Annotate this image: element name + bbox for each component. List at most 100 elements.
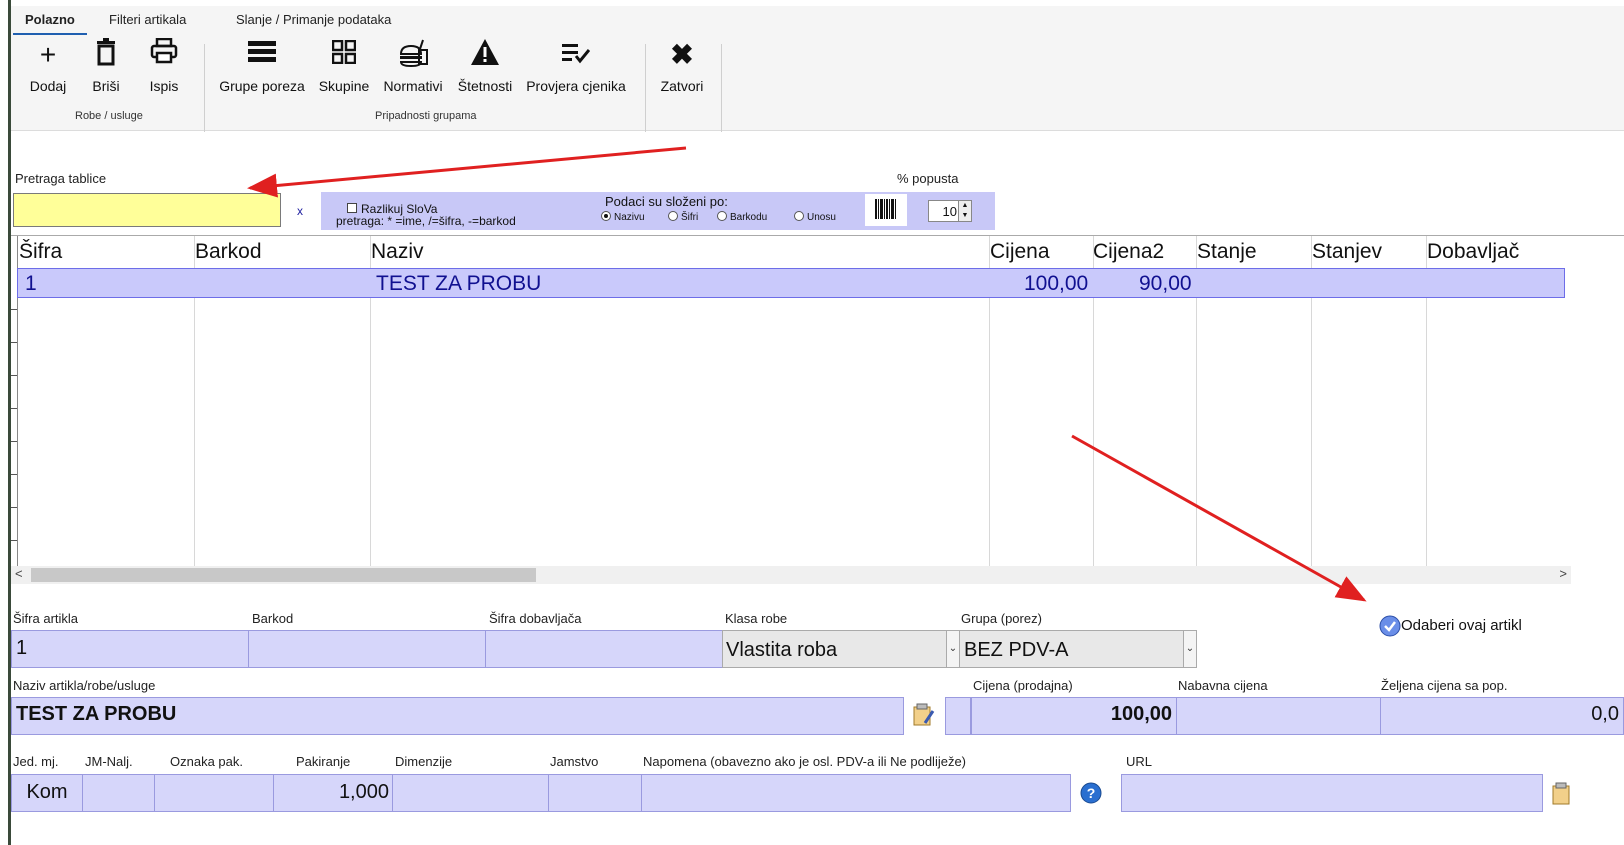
- dimenzije-label: Dimenzije: [395, 754, 453, 769]
- cijena-label: Cijena (prodajna): [973, 678, 1073, 693]
- sort-radio-sifri[interactable]: Šifri: [668, 211, 698, 223]
- dimenzije-field[interactable]: [392, 774, 549, 812]
- notepad-icon[interactable]: [911, 703, 935, 732]
- sort-title: Podaci su složeni po:: [605, 194, 728, 209]
- discount-spinner[interactable]: 10 ▲ ▼: [928, 200, 972, 222]
- scroll-right-icon[interactable]: >: [1559, 566, 1567, 581]
- row-marker: [11, 375, 17, 376]
- cijena-field[interactable]: 100,00: [971, 697, 1177, 735]
- trash-icon: [83, 38, 129, 72]
- discount-label: % popusta: [897, 171, 959, 186]
- cijena-prefix-field[interactable]: [945, 697, 971, 735]
- tax-groups-button[interactable]: Grupe poreza: [217, 38, 307, 94]
- cell-cijena2: 90,00: [1139, 272, 1192, 295]
- norms-button[interactable]: Normativi: [381, 38, 445, 94]
- printer-icon: [141, 37, 187, 72]
- checklist-icon: [525, 38, 627, 72]
- radio-icon: [717, 211, 727, 222]
- napomena-label: Napomena (obavezno ako je osl. PDV-a ili…: [643, 754, 967, 769]
- groups-button[interactable]: Skupine: [317, 38, 371, 94]
- chevron-down-icon[interactable]: ⌄: [946, 631, 959, 667]
- barkod-label: Barkod: [252, 611, 294, 626]
- column-header[interactable]: Cijena: [990, 240, 1050, 264]
- grupa-label: Grupa (porez): [961, 611, 1042, 626]
- row-marker: [11, 408, 17, 409]
- grupa-select[interactable]: BEZ PDV-A ⌄: [959, 630, 1197, 668]
- search-hint: pretraga: * =ime, /=šifra, -=barkod: [336, 214, 516, 228]
- select-article-button[interactable]: Odaberi ovaj artikl: [1379, 615, 1522, 637]
- horizontal-scrollbar[interactable]: < >: [11, 566, 1571, 584]
- oznaka-field[interactable]: [154, 774, 274, 812]
- column-header[interactable]: Šifra: [19, 240, 62, 264]
- jmnalj-label: JM-Nalj.: [85, 754, 133, 769]
- pakiranje-field[interactable]: 1,000: [273, 774, 393, 812]
- table-row[interactable]: [17, 268, 1565, 298]
- delete-button[interactable]: Briši: [83, 38, 129, 94]
- barcode-button[interactable]: [865, 194, 907, 226]
- column-header[interactable]: Naziv: [371, 240, 424, 264]
- add-button[interactable]: + Dodaj: [25, 38, 71, 94]
- ribbon: Polazno Filteri artikala Slanje / Priman…: [11, 6, 1624, 132]
- svg-text:?: ?: [1087, 785, 1096, 801]
- sifra-dobavljaca-field[interactable]: [485, 630, 723, 668]
- scroll-left-icon[interactable]: <: [15, 566, 23, 581]
- search-input[interactable]: [13, 193, 281, 227]
- column-header[interactable]: Stanje: [1197, 240, 1257, 264]
- scrollbar-thumb[interactable]: [31, 568, 536, 582]
- column-header[interactable]: Dobavljač: [1427, 240, 1519, 264]
- pakiranje-label: Pakiranje: [296, 754, 351, 769]
- cell-sifra: 1: [25, 272, 37, 295]
- row-marker: [11, 342, 17, 343]
- tab-polazno[interactable]: Polazno: [13, 10, 87, 35]
- chevron-down-icon[interactable]: ⌄: [1183, 631, 1196, 667]
- klasa-select[interactable]: Vlastita roba ⌄: [722, 630, 960, 668]
- barcode-icon: [875, 199, 896, 219]
- tab-filteri-artikala[interactable]: Filteri artikala: [97, 10, 198, 33]
- url-label: URL: [1126, 754, 1153, 769]
- klasa-label: Klasa robe: [725, 611, 788, 626]
- napomena-field[interactable]: [641, 774, 1071, 812]
- jamstvo-label: Jamstvo: [550, 754, 599, 769]
- sifra-field[interactable]: 1: [11, 630, 249, 668]
- column-header[interactable]: Cijena2: [1093, 240, 1164, 264]
- url-field[interactable]: [1121, 774, 1543, 812]
- jamstvo-field[interactable]: [548, 774, 642, 812]
- tab-slanje-primanje[interactable]: Slanje / Primanje podataka: [224, 10, 403, 33]
- group-separator: [721, 44, 722, 132]
- print-button[interactable]: Ispis: [141, 37, 187, 94]
- row-marker: [11, 309, 17, 310]
- notepad-icon[interactable]: [1550, 782, 1574, 811]
- spinner-arrows-icon[interactable]: ▲ ▼: [958, 201, 971, 221]
- sifra-label: Šifra artikla: [13, 611, 79, 626]
- jm-field[interactable]: Kom: [11, 774, 83, 812]
- naziv-label: Naziv artikla/robe/usluge: [13, 678, 156, 693]
- close-icon: ✖: [670, 39, 694, 70]
- checkbox-icon: [347, 203, 357, 213]
- price-check-button[interactable]: Provjera cjenika: [525, 38, 627, 94]
- warning-icon: [455, 38, 515, 72]
- group-label-goods: Robe / usluge: [75, 110, 143, 122]
- help-icon[interactable]: ?: [1080, 782, 1102, 809]
- articles-table: Šifra Barkod Naziv Cijena Cijena2 Stanje…: [11, 235, 1624, 584]
- sort-radio-nazivu[interactable]: Nazivu: [601, 211, 645, 223]
- close-button[interactable]: ✖ Zatvori: [654, 38, 710, 94]
- barkod-field[interactable]: [248, 630, 486, 668]
- column-header[interactable]: Barkod: [195, 240, 262, 264]
- jmnalj-field[interactable]: [82, 774, 155, 812]
- zeljena-label: Željena cijena sa pop.: [1381, 678, 1508, 693]
- column-header[interactable]: Stanjev: [1312, 240, 1382, 264]
- sifra-dobavljaca-label: Šifra dobavljača: [489, 611, 582, 626]
- radio-icon: [601, 211, 611, 222]
- naziv-field[interactable]: TEST ZA PROBU: [11, 697, 904, 735]
- search-label: Pretraga tablice: [15, 171, 107, 186]
- check-circle-icon: [1379, 615, 1401, 637]
- nabavna-field[interactable]: [1176, 697, 1381, 735]
- row-marker: [11, 441, 17, 442]
- row-marker: [11, 507, 17, 508]
- zeljena-field[interactable]: 0,0: [1380, 697, 1624, 735]
- sort-radio-unosu[interactable]: Unosu: [794, 211, 836, 223]
- sort-radio-barkodu[interactable]: Barkodu: [717, 211, 767, 223]
- fastfood-icon: [381, 38, 445, 72]
- clear-search-button[interactable]: x: [289, 200, 311, 222]
- damages-button[interactable]: Štetnosti: [455, 38, 515, 94]
